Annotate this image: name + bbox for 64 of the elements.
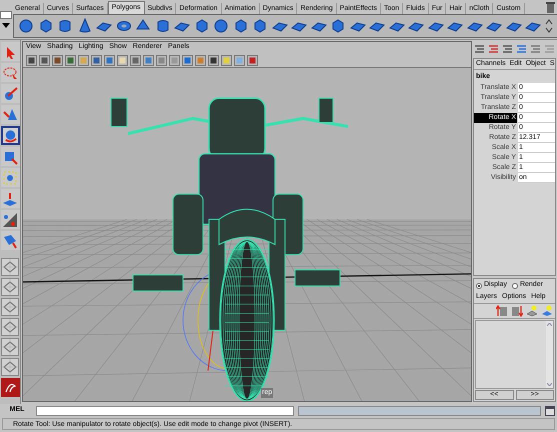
panel-tool-icon[interactable] [65, 54, 76, 66]
tool-button[interactable] [0, 168, 20, 187]
tool-button[interactable] [0, 105, 20, 124]
tool-button[interactable] [0, 63, 20, 82]
lasso-icon [2, 64, 18, 80]
panel-tool-icon[interactable] [39, 54, 50, 66]
panel-toggle-icon[interactable] [530, 44, 541, 54]
radio-button[interactable] [512, 282, 518, 288]
panel-tool-icon[interactable] [91, 54, 102, 66]
panel-toggle-icon[interactable] [544, 44, 555, 54]
cylinder-icon[interactable] [154, 18, 170, 34]
panel-toggle-icon[interactable] [474, 44, 485, 54]
cube-icon[interactable] [38, 18, 54, 34]
command-input-field[interactable] [36, 406, 294, 416]
torus-icon[interactable] [116, 18, 132, 34]
cube-icon[interactable] [232, 18, 248, 34]
sphere-arrow-icon [2, 128, 18, 144]
new-layer-icon[interactable] [526, 305, 538, 317]
sphere-icon[interactable] [213, 18, 229, 34]
panel-tool-icon[interactable] [208, 54, 219, 66]
caret-icon[interactable] [2, 23, 10, 28]
tool-button[interactable] [0, 147, 20, 166]
layout-button-icon[interactable] [1, 258, 19, 276]
layer-up-icon[interactable] [496, 305, 508, 317]
panel-tool-icon[interactable] [26, 54, 37, 66]
shelf-menu-box[interactable] [0, 11, 12, 19]
cylinder-icon[interactable] [57, 18, 73, 34]
layer-down-icon[interactable] [511, 305, 523, 317]
tool-button[interactable] [0, 126, 20, 145]
tool-button[interactable] [0, 231, 20, 250]
panel-toggle-icon[interactable] [516, 44, 527, 54]
scroll-arrows-icon[interactable] [544, 18, 552, 34]
scroll-up-icon[interactable] [547, 323, 552, 326]
scroll-down-icon[interactable] [547, 383, 552, 386]
panel-tool-icon[interactable] [247, 54, 258, 66]
cone-arrow-icon [2, 106, 18, 122]
panel-toggle-icon[interactable] [488, 44, 499, 54]
tool-button[interactable] [0, 84, 20, 103]
paint-brush-icon [2, 86, 18, 102]
cone-icon[interactable] [76, 18, 92, 34]
layout-button-icon[interactable] [1, 278, 19, 296]
sphere-icon[interactable] [18, 18, 34, 34]
layout-button-icon[interactable] [1, 338, 19, 356]
panel-toggle-icon[interactable] [502, 44, 513, 54]
cube-icon[interactable] [252, 18, 268, 34]
layout-button-icon[interactable] [1, 358, 19, 376]
panel-tool-icon[interactable] [52, 54, 63, 66]
radio-button[interactable] [476, 282, 482, 288]
script-editor-icon[interactable] [545, 406, 555, 416]
tool-button[interactable] [0, 42, 20, 61]
cube-icon[interactable] [194, 18, 210, 34]
trash-icon[interactable] [546, 2, 554, 13]
tool-button[interactable] [0, 210, 20, 229]
tool-button[interactable] [0, 189, 20, 208]
scrollbar[interactable] [546, 321, 553, 388]
new-render-layer-icon[interactable] [541, 305, 553, 317]
layout-button-icon[interactable] [1, 318, 19, 336]
layout-button-icon[interactable] [1, 298, 19, 316]
manipulator-icon [2, 170, 18, 186]
cube-icon[interactable] [330, 18, 346, 34]
panel-tool-icon[interactable] [130, 54, 141, 66]
panel-tool-icon[interactable] [117, 54, 128, 66]
triangle-spheres-icon [2, 212, 18, 228]
cube-cursor-icon [2, 232, 18, 248]
